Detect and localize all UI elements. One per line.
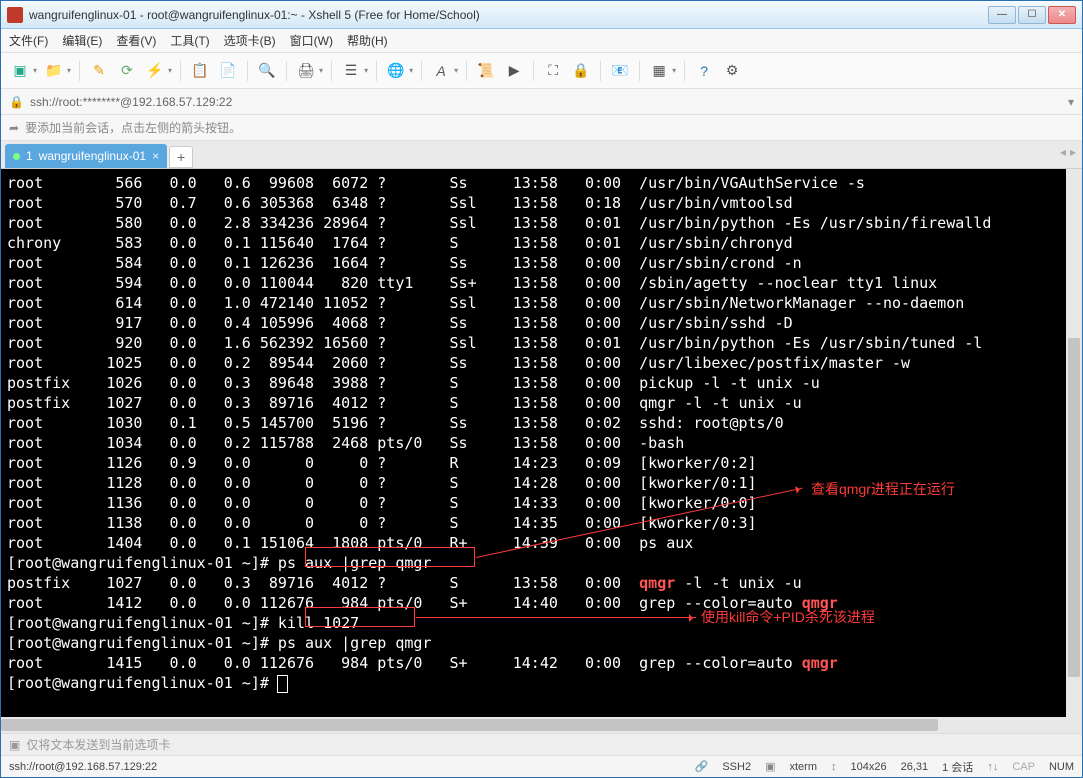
scrollbar-horizontal[interactable] [1, 717, 1066, 733]
menu-tools[interactable]: 工具(T) [170, 32, 209, 49]
tab-label: wangruifenglinux-01 [39, 149, 146, 163]
sendbar-icon[interactable]: ▣ [9, 738, 20, 752]
tipbar: ➦ 要添加当前会话，点击左侧的箭头按钮。 [1, 115, 1082, 141]
anchor-icon[interactable]: ➦ [9, 121, 19, 135]
address-text[interactable]: ssh://root:********@192.168.57.129:22 [30, 95, 1062, 109]
menu-tab[interactable]: 选项卡(B) [224, 32, 276, 49]
status-cap: CAP [1012, 761, 1035, 773]
tab-next-icon[interactable]: ▸ [1070, 145, 1076, 159]
open-icon[interactable]: 📁 [43, 60, 65, 82]
tab-index: 1 [26, 149, 33, 163]
tab-prev-icon[interactable]: ◂ [1060, 145, 1066, 159]
toolbar: ▣▾ 📁▾ ✎ ⟳ ⚡▾ 📋 📄 🔍 🖨▾ ☰▾ 🌐▾ A▾ 📜 ▶ ⛶ 🔒 📧… [1, 53, 1082, 89]
menu-help[interactable]: 帮助(H) [347, 32, 388, 49]
status-pos: 26,31 [901, 761, 929, 773]
menubar: 文件(F) 编辑(E) 查看(V) 工具(T) 选项卡(B) 窗口(W) 帮助(… [1, 29, 1082, 53]
addressbar: 🔒 ssh://root:********@192.168.57.129:22 … [1, 89, 1082, 115]
status-size: 104x26 [851, 761, 887, 773]
paste-icon[interactable]: 📄 [217, 60, 239, 82]
app-window: wangruifenglinux-01 - root@wangruifengli… [0, 0, 1083, 778]
properties-icon[interactable]: ☰ [340, 60, 362, 82]
status-connection: ssh://root@192.168.57.129:22 [9, 761, 157, 773]
statusbar: ssh://root@192.168.57.129:22 🔗 SSH2 ▣ xt… [1, 755, 1082, 777]
find-icon[interactable]: 🔍 [256, 60, 278, 82]
font-icon[interactable]: A [430, 60, 452, 82]
globe-icon[interactable]: 🌐 [385, 60, 407, 82]
script-icon[interactable]: 📜 [475, 60, 497, 82]
menu-view[interactable]: 查看(V) [116, 32, 156, 49]
tab-nav: ◂ ▸ [1060, 145, 1076, 159]
help-icon[interactable]: ? [693, 60, 715, 82]
status-ssh: SSH2 [722, 761, 751, 773]
resize-icon: ↕ [831, 761, 837, 773]
print-icon[interactable]: 🖨 [295, 60, 317, 82]
settings-icon[interactable]: ⚙ [721, 60, 743, 82]
compose-icon[interactable]: 📧 [609, 60, 631, 82]
tab-close-icon[interactable]: × [152, 149, 159, 163]
reconnect-icon[interactable]: ⟳ [116, 60, 138, 82]
maximize-button[interactable]: ☐ [1018, 6, 1046, 24]
titlebar: wangruifenglinux-01 - root@wangruifengli… [1, 1, 1082, 29]
menu-window[interactable]: 窗口(W) [290, 32, 333, 49]
status-dot-icon [13, 153, 20, 160]
lock-icon[interactable]: 🔒 [570, 60, 592, 82]
menu-file[interactable]: 文件(F) [9, 32, 48, 49]
sendbar-text: 仅将文本发送到当前选项卡 [26, 736, 170, 753]
highlight-icon[interactable]: ✎ [88, 60, 110, 82]
menu-edit[interactable]: 编辑(E) [62, 32, 102, 49]
new-tab-button[interactable]: + [169, 146, 193, 168]
close-button[interactable]: ✕ [1048, 6, 1076, 24]
window-title: wangruifenglinux-01 - root@wangruifengli… [29, 8, 988, 22]
lock-small-icon: 🔒 [9, 95, 24, 109]
scrollbar-vertical[interactable] [1066, 169, 1082, 733]
status-sessions: 1 会话 [942, 759, 973, 775]
status-num: NUM [1049, 761, 1074, 773]
status-term: xterm [790, 761, 818, 773]
copy-icon[interactable]: 📋 [189, 60, 211, 82]
tabbar: 1 wangruifenglinux-01 × + ◂ ▸ [1, 141, 1082, 169]
link-icon: 🔗 [695, 760, 709, 773]
sendbar: ▣ 仅将文本发送到当前选项卡 [1, 733, 1082, 755]
macro-icon[interactable]: ▶ [503, 60, 525, 82]
tip-text: 要添加当前会话，点击左侧的箭头按钮。 [25, 119, 241, 136]
new-session-icon[interactable]: ▣ [9, 60, 31, 82]
signal-icon: ↑↓ [987, 761, 998, 773]
layout-icon[interactable]: ▦ [648, 60, 670, 82]
app-logo-icon [7, 7, 23, 23]
session-tab[interactable]: 1 wangruifenglinux-01 × [5, 144, 167, 168]
terminal[interactable]: root 566 0.0 0.6 99608 6072 ? Ss 13:58 0… [1, 169, 1082, 733]
term-icon: ▣ [765, 760, 775, 773]
address-dropdown-icon[interactable]: ▾ [1068, 95, 1074, 109]
fullscreen-icon[interactable]: ⛶ [542, 60, 564, 82]
minimize-button[interactable]: — [988, 6, 1016, 24]
disconnect-icon[interactable]: ⚡ [144, 60, 166, 82]
